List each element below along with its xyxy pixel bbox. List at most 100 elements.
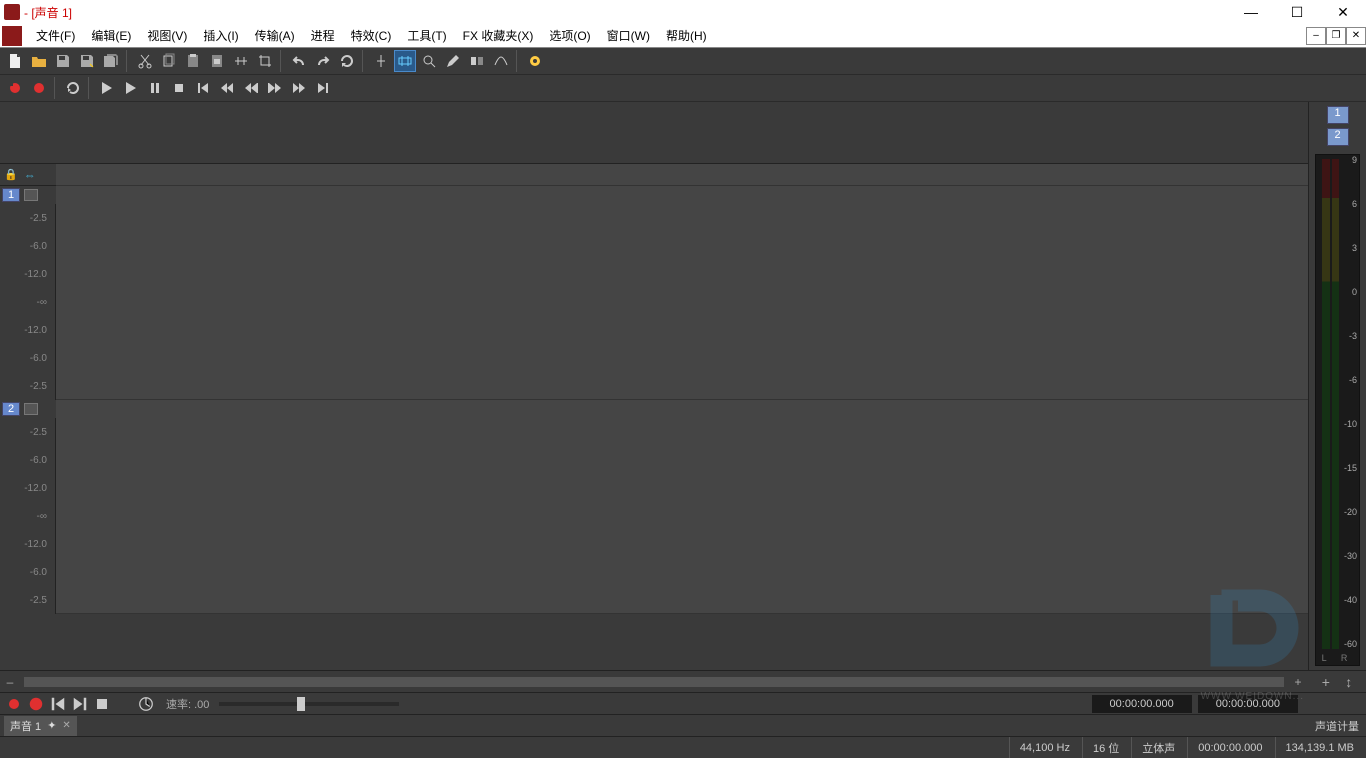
status-sample-rate: 44,100 Hz [1009,737,1080,758]
menu-process[interactable]: 进程 [303,24,343,47]
menu-transport[interactable]: 传输(A) [247,24,303,47]
undo-button[interactable] [288,50,310,72]
trim-button[interactable] [230,50,252,72]
copy-button[interactable] [158,50,180,72]
mdi-restore-button[interactable]: ❐ [1326,27,1346,45]
record-button[interactable] [28,77,50,99]
minimize-button[interactable]: — [1228,0,1274,24]
pause-button[interactable] [144,77,166,99]
event-tool-button[interactable] [466,50,488,72]
menu-fx[interactable]: FX 收藏夹(X) [455,24,542,47]
magnify-tool-button[interactable] [394,50,416,72]
document-tab-close-icon[interactable]: ✕ [62,720,70,731]
mdi-minimize-button[interactable]: – [1306,27,1326,45]
new-button[interactable] [4,50,26,72]
plugin-button[interactable] [524,50,546,72]
meter-lr-label: L R [1316,653,1359,663]
repeat-button[interactable] [336,50,358,72]
menu-view[interactable]: 视图(V) [139,24,195,47]
time-ruler[interactable] [56,102,1308,164]
forward-button[interactable] [288,77,310,99]
window-title: - [声音 1] [24,4,72,21]
mini-record-button[interactable] [26,695,46,713]
stop-button[interactable] [168,77,190,99]
time-display-1[interactable]: 00:00:00.000 [1092,695,1192,713]
play-all-button[interactable] [96,77,118,99]
go-end-button[interactable] [312,77,334,99]
pencil-tool-button[interactable] [442,50,464,72]
meter-channel-1-button[interactable]: 1 [1327,106,1349,124]
mini-record-arm-button[interactable] [4,695,24,713]
workspace: 🔒 ⇔ 1 -2.5 -6.0 -12.0 -∞ -12.0 -6.0 -2.5… [0,102,1366,670]
step-back-button[interactable] [240,77,262,99]
redo-button[interactable] [312,50,334,72]
step-fwd-button[interactable] [264,77,286,99]
zoom-tool-button[interactable] [418,50,440,72]
save-all-button[interactable] [100,50,122,72]
menu-edit[interactable]: 编辑(E) [83,24,139,47]
track-2-collapse[interactable] [24,403,38,415]
menu-window[interactable]: 窗口(W) [599,24,658,47]
track-2-number[interactable]: 2 [2,402,20,416]
lock-icon[interactable]: 🔒 [4,168,18,181]
app-icon [2,26,22,46]
close-button[interactable]: ✕ [1320,0,1366,24]
mini-stop-button[interactable] [92,695,112,713]
overview-thumb[interactable] [24,677,1284,687]
cut-button[interactable] [134,50,156,72]
envelope-tool-button[interactable] [490,50,512,72]
mini-go-start-button[interactable] [48,695,68,713]
time-display-2[interactable]: 00:00:00.000 [1198,695,1298,713]
waveform-track-2[interactable] [56,400,1308,614]
menu-effect[interactable]: 特效(C) [343,24,400,47]
menu-options[interactable]: 选项(O) [541,24,598,47]
zoom-out-icon[interactable]: – [0,675,20,689]
status-memory: 134,139.1 MB [1275,737,1365,758]
rate-slider-thumb[interactable] [297,697,305,711]
menu-tools[interactable]: 工具(T) [399,24,454,47]
maximize-button[interactable]: ☐ [1274,0,1320,24]
rewind-button[interactable] [216,77,238,99]
save-button[interactable] [52,50,74,72]
status-time: 00:00:00.000 [1187,737,1272,758]
track-1-number[interactable]: 1 [2,188,20,202]
waveform-area[interactable] [56,102,1308,670]
menu-file[interactable]: 文件(F) [28,24,83,47]
record-arm-button[interactable] [4,77,26,99]
go-start-button[interactable] [192,77,214,99]
mix-paste-button[interactable] [206,50,228,72]
mini-go-end-button[interactable] [70,695,90,713]
overview-track[interactable] [24,677,1284,687]
zoom-in-icon[interactable]: + [1288,675,1308,689]
overview-scrollbar[interactable]: – + + ↕ [0,670,1366,692]
mini-transport-bar: 速率: .00 00:00:00.000 00:00:00.000 [0,692,1366,714]
waveform-header[interactable] [56,164,1308,186]
document-tab-label: 声音 1 [10,718,41,734]
track-1-collapse[interactable] [24,189,38,201]
edit-tool-button[interactable] [370,50,392,72]
save-as-button[interactable] [76,50,98,72]
mini-play-button[interactable] [114,695,134,713]
paste-button[interactable] [182,50,204,72]
document-tab[interactable]: 声音 1 ✦ ✕ [4,716,77,736]
zoom-down-icon[interactable]: + [1322,674,1330,690]
cursor-icon[interactable]: ⇔ [24,168,36,182]
rate-slider[interactable] [219,702,399,706]
crop-button[interactable] [254,50,276,72]
menu-insert[interactable]: 插入(I) [195,24,246,47]
gutter-ruler-spacer [0,102,56,164]
document-tabs: 声音 1 ✦ ✕ [0,714,1308,736]
level-meter: 9 6 3 0 -3 -6 -10 -15 -20 -30 -40 -60 L … [1315,154,1360,666]
meter-panel-label: 声道计量 [1308,714,1366,736]
zoom-up-icon[interactable]: ↕ [1345,674,1352,690]
menu-help[interactable]: 帮助(H) [658,24,715,47]
window-titlebar: - [声音 1] — ☐ ✕ [0,0,1366,24]
play-button[interactable] [120,77,142,99]
open-button[interactable] [28,50,50,72]
loop-button[interactable] [62,77,84,99]
mini-scrub-button[interactable] [136,695,156,713]
document-tab-pin-icon[interactable]: ✦ [47,719,56,732]
meter-channel-2-button[interactable]: 2 [1327,128,1349,146]
waveform-track-1[interactable] [56,186,1308,400]
mdi-close-button[interactable]: ✕ [1346,27,1366,45]
